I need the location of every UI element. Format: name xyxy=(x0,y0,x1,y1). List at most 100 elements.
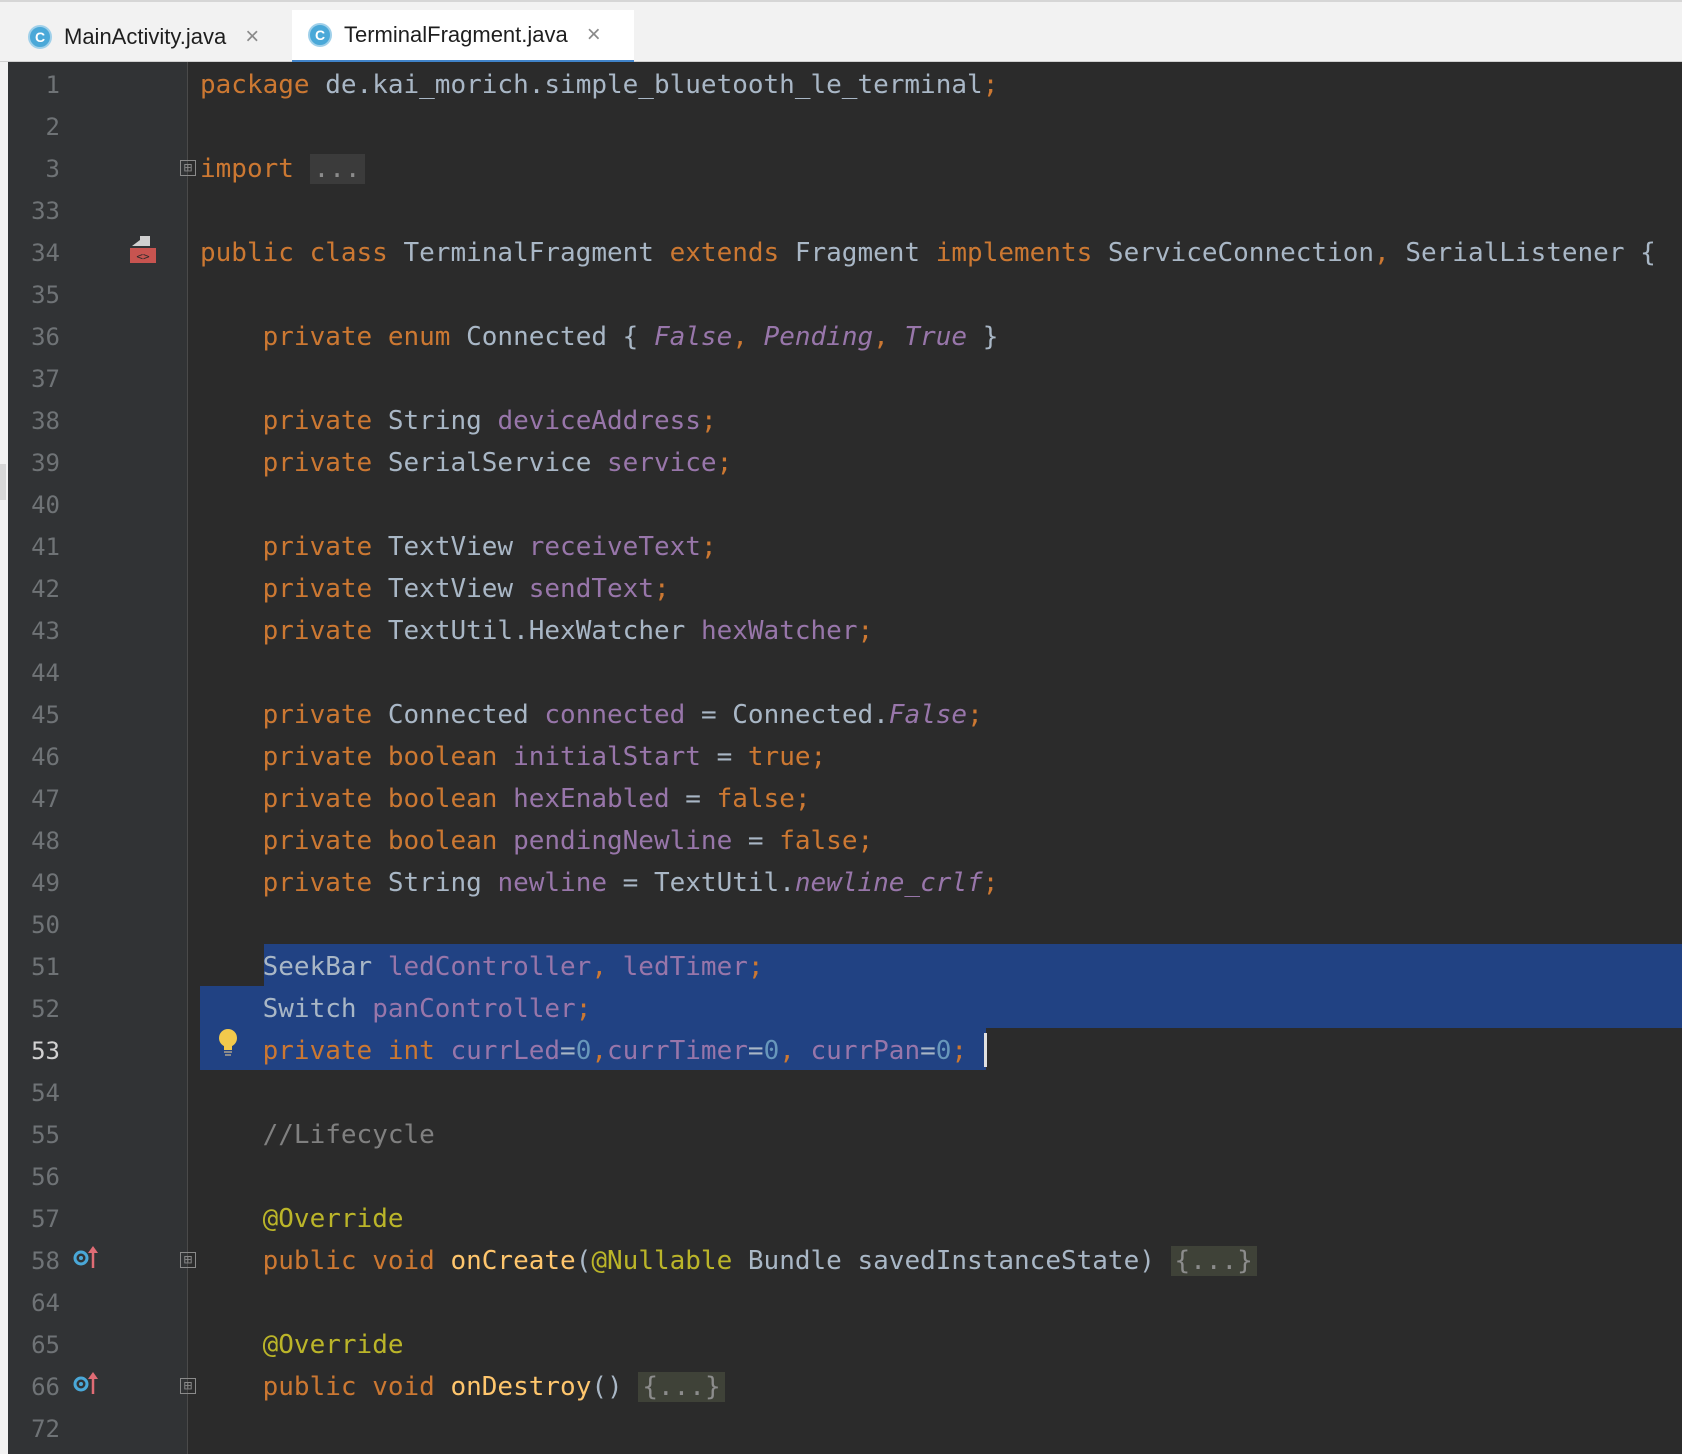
code-token: private xyxy=(262,616,388,646)
code-line[interactable]: 40 xyxy=(0,484,1682,526)
code-token: implements xyxy=(935,238,1108,268)
code-text: private TextUtil.HexWatcher hexWatcher; xyxy=(200,610,874,652)
code-token[interactable]: {...} xyxy=(638,1372,725,1402)
code-token: hexEnabled xyxy=(513,784,670,814)
code-line[interactable]: 35 xyxy=(0,274,1682,316)
code-line[interactable]: 2 xyxy=(0,106,1682,148)
code-token: private xyxy=(262,700,388,730)
fold-expand-icon[interactable]: ⊞ xyxy=(180,1378,196,1394)
code-line[interactable]: 39 private SerialService service; xyxy=(0,442,1682,484)
code-line[interactable]: 43 private TextUtil.HexWatcher hexWatche… xyxy=(0,610,1682,652)
override-icon[interactable] xyxy=(72,1244,100,1272)
code-token: deviceAddress xyxy=(497,406,701,436)
code-line[interactable]: 54 xyxy=(0,1072,1682,1114)
code-token: connected xyxy=(544,700,686,730)
line-number: 55 xyxy=(31,1121,60,1149)
line-number: 46 xyxy=(31,743,60,771)
code-token: ; xyxy=(747,952,764,982)
code-token: = xyxy=(920,1036,936,1066)
code-line[interactable]: 38 private String deviceAddress; xyxy=(0,400,1682,442)
code-line[interactable]: 65 @Override xyxy=(0,1324,1682,1366)
code-token: TerminalFragment xyxy=(403,238,670,268)
code-token: private int xyxy=(262,1036,451,1066)
code-token: ; xyxy=(575,994,592,1024)
code-line[interactable]: 48 private boolean pendingNewline = fals… xyxy=(0,820,1682,862)
code-token: @Override xyxy=(262,1330,404,1360)
code-token[interactable]: ... xyxy=(309,154,365,184)
code-token[interactable]: {...} xyxy=(1170,1246,1257,1276)
tab-terminal-fragment[interactable]: C TerminalFragment.java × xyxy=(292,10,634,64)
code-line[interactable]: 44 xyxy=(0,652,1682,694)
code-line[interactable]: 58 public void onCreate(@Nullable Bundle… xyxy=(0,1240,1682,1282)
code-token: @Nullable xyxy=(591,1246,748,1276)
code-line[interactable]: 56 xyxy=(0,1156,1682,1198)
code-token: package xyxy=(200,70,326,100)
code-token: ; xyxy=(857,616,874,646)
tab-main-activity[interactable]: C MainActivity.java × xyxy=(22,10,278,64)
code-token: hexWatcher xyxy=(700,616,858,646)
code-token: private xyxy=(262,868,388,898)
code-token: TextView xyxy=(387,532,529,562)
code-token: private xyxy=(262,406,388,436)
code-line[interactable]: 37 xyxy=(0,358,1682,400)
code-token: Pending xyxy=(763,322,874,352)
code-text: public void onDestroy() {...} xyxy=(200,1366,725,1408)
code-token: Connected { xyxy=(466,322,654,352)
code-token: 0 xyxy=(935,1036,952,1066)
code-token: TextUtil.HexWatcher xyxy=(387,616,701,646)
code-token: Bundle savedInstanceState) xyxy=(747,1246,1171,1276)
implementation-icon[interactable]: <> xyxy=(128,236,158,264)
editor-tab-bar: C MainActivity.java × C TerminalFragment… xyxy=(0,0,1682,64)
code-line[interactable]: 46 private boolean initialStart = true; xyxy=(0,736,1682,778)
fold-expand-icon[interactable]: ⊞ xyxy=(180,1252,196,1268)
code-line[interactable]: 55 //Lifecycle xyxy=(0,1114,1682,1156)
code-token: ( xyxy=(575,1246,592,1276)
code-line[interactable]: 45 private Connected connected = Connect… xyxy=(0,694,1682,736)
code-line[interactable]: 52 Switch panController; xyxy=(0,988,1682,1030)
code-line[interactable]: 50 xyxy=(0,904,1682,946)
code-token: = xyxy=(747,1036,764,1066)
line-number: 36 xyxy=(31,323,60,351)
code-token: private xyxy=(262,448,388,478)
code-token: True xyxy=(904,322,968,352)
line-number: 54 xyxy=(31,1079,60,1107)
code-line[interactable]: 36 private enum Connected { False, Pendi… xyxy=(0,316,1682,358)
code-token: ; xyxy=(982,70,999,100)
lightbulb-icon[interactable] xyxy=(217,1028,239,1058)
code-token: = xyxy=(560,1036,576,1066)
code-token: private boolean xyxy=(262,826,514,856)
code-token: False xyxy=(653,322,733,352)
svg-text:<>: <> xyxy=(136,250,150,263)
code-token: ; xyxy=(700,532,717,562)
close-icon[interactable]: × xyxy=(240,23,264,51)
code-token: private enum xyxy=(262,322,467,352)
code-line[interactable]: 64 xyxy=(0,1282,1682,1324)
code-line[interactable]: 51 SeekBar ledController, ledTimer; xyxy=(0,946,1682,988)
fold-expand-icon[interactable]: ⊞ xyxy=(180,160,196,176)
code-line[interactable]: 57 @Override xyxy=(0,1198,1682,1240)
code-line[interactable]: 3 import ... xyxy=(0,148,1682,190)
code-text: @Override xyxy=(200,1324,404,1366)
code-line[interactable]: 34 public class TerminalFragment extends … xyxy=(0,232,1682,274)
code-text: package de.kai_morich.simple_bluetooth_l… xyxy=(200,64,998,106)
line-number: 52 xyxy=(31,995,60,1023)
code-line[interactable]: 42 private TextView sendText; xyxy=(0,568,1682,610)
code-token: public class xyxy=(200,238,404,268)
code-token: private boolean xyxy=(262,742,514,772)
code-line[interactable]: 1 package de.kai_morich.simple_bluetooth_… xyxy=(0,64,1682,106)
code-line[interactable]: 33 xyxy=(0,190,1682,232)
code-token: public void xyxy=(262,1372,451,1402)
code-line[interactable]: 49 private String newline = TextUtil.new… xyxy=(0,862,1682,904)
code-line[interactable]: 66 public void onDestroy() {...} xyxy=(0,1366,1682,1408)
line-number: 42 xyxy=(31,575,60,603)
override-icon[interactable] xyxy=(72,1370,100,1398)
close-icon[interactable]: × xyxy=(582,21,606,49)
code-line[interactable]: 41 private TextView receiveText; xyxy=(0,526,1682,568)
code-line[interactable]: 53 private int currLed=0,currTimer=0, cu… xyxy=(0,1030,1682,1072)
code-line[interactable]: 72 xyxy=(0,1408,1682,1450)
code-line[interactable]: 47 private boolean hexEnabled = false; xyxy=(0,778,1682,820)
line-number: 64 xyxy=(31,1289,60,1317)
